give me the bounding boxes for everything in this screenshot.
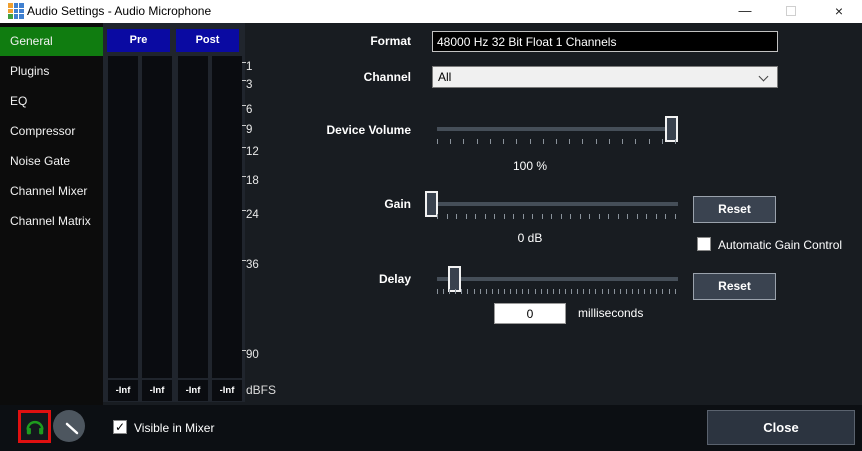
gain-label: Gain: [280, 197, 411, 211]
close-icon: ×: [835, 3, 843, 19]
scale-tick-label: 1: [246, 61, 252, 73]
maximize-icon: [786, 6, 796, 16]
meter-bar-post-left: [178, 56, 208, 378]
automatic-gain-control-checkbox[interactable]: [697, 237, 711, 251]
sidebar-item-plugins[interactable]: Plugins: [0, 57, 103, 86]
close-window-button[interactable]: ×: [816, 0, 862, 23]
scale-unit-label: dBFS: [246, 383, 276, 397]
channel-selected-value: All: [438, 70, 451, 84]
settings-sidebar: General Plugins EQ Compressor Noise Gate…: [0, 23, 103, 405]
scale-tick-label: 18: [246, 175, 259, 187]
gain-value: 0 dB: [410, 231, 650, 245]
delay-label: Delay: [280, 272, 411, 286]
sidebar-item-compressor[interactable]: Compressor: [0, 117, 103, 146]
chevron-down-icon: [760, 73, 768, 81]
format-label: Format: [280, 34, 411, 48]
delay-unit-label: milliseconds: [578, 306, 643, 320]
visible-in-mixer-label: Visible in Mixer: [134, 421, 214, 435]
minimize-button[interactable]: —: [722, 0, 768, 23]
device-volume-slider[interactable]: [437, 127, 678, 131]
audio-settings-window: Audio Settings - Audio Microphone — × Ge…: [0, 0, 862, 451]
audio-meter-panel: Pre Post -Inf -Inf -Inf -Inf: [103, 23, 245, 402]
scale-tick-label: 9: [246, 124, 252, 136]
window-title: Audio Settings - Audio Microphone: [27, 0, 211, 23]
meter-level-pre-left: -Inf: [108, 380, 138, 401]
scale-tick-label: 24: [246, 209, 259, 221]
app-logo-icon: [8, 3, 24, 19]
delay-reset-button[interactable]: Reset: [693, 273, 776, 300]
sidebar-item-channel-matrix[interactable]: Channel Matrix: [0, 207, 103, 236]
sidebar-item-noise-gate[interactable]: Noise Gate: [0, 147, 103, 176]
dbfs-scale: 1 3 6 9 12 18 24 36 90 dBFS: [246, 0, 286, 451]
meter-bar-pre-right: [142, 56, 172, 378]
channel-label: Channel: [280, 70, 411, 84]
meter-level-pre-right: -Inf: [142, 380, 172, 401]
check-icon: ✓: [115, 420, 125, 434]
delay-ticks: [437, 289, 676, 294]
monitor-headphones-button[interactable]: [18, 410, 51, 443]
scale-tick-label: 90: [246, 349, 259, 361]
device-volume-value: 100 %: [410, 159, 650, 173]
scale-tick-label: 6: [246, 104, 252, 116]
meter-bar-pre-left: [108, 56, 138, 378]
gain-slider[interactable]: [437, 202, 678, 206]
scale-tick-label: 12: [246, 146, 259, 158]
automatic-gain-control-label: Automatic Gain Control: [718, 238, 842, 252]
meter-pre-header: Pre: [107, 29, 170, 52]
meter-level-post-right: -Inf: [212, 380, 242, 401]
sidebar-item-eq[interactable]: EQ: [0, 87, 103, 116]
visible-in-mixer-checkbox[interactable]: ✓: [113, 420, 127, 434]
meter-post-header: Post: [176, 29, 239, 52]
headphones-icon: [25, 418, 45, 436]
knob-pointer-icon: [53, 410, 85, 442]
delay-input[interactable]: [494, 303, 566, 324]
format-input[interactable]: [432, 31, 778, 52]
channel-dropdown[interactable]: All: [432, 66, 778, 88]
titlebar: Audio Settings - Audio Microphone — ×: [0, 0, 862, 23]
pan-knob[interactable]: [53, 410, 85, 442]
scale-tick-label: 36: [246, 259, 259, 271]
device-volume-label: Device Volume: [280, 123, 411, 137]
footer-bar: ✓ Visible in Mixer Close: [0, 405, 862, 451]
scale-tick-label: 3: [246, 79, 252, 91]
maximize-button[interactable]: [768, 0, 814, 23]
meter-bar-post-right: [212, 56, 242, 378]
sidebar-item-general[interactable]: General: [0, 27, 103, 56]
delay-slider[interactable]: [437, 277, 678, 281]
sidebar-item-channel-mixer[interactable]: Channel Mixer: [0, 177, 103, 206]
gain-ticks: [437, 214, 676, 219]
gain-reset-button[interactable]: Reset: [693, 196, 776, 223]
meter-level-post-left: -Inf: [178, 380, 208, 401]
close-button[interactable]: Close: [707, 410, 855, 445]
device-volume-ticks: [437, 139, 676, 144]
minimize-icon: —: [739, 3, 752, 18]
